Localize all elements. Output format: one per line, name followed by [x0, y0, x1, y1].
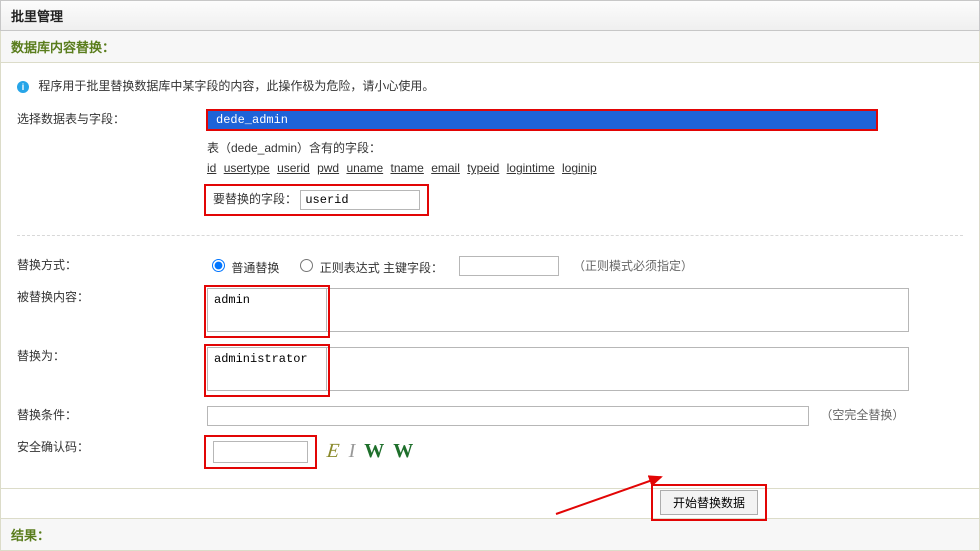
captcha-image: E I W W [327, 440, 415, 463]
dst-textarea[interactable] [207, 347, 327, 391]
fields-prefix: 表（dede_admin）含有的字段： [207, 138, 963, 158]
radio-normal-label[interactable]: 普通替换 [207, 256, 279, 276]
captcha-input[interactable] [213, 441, 308, 463]
label-captcha: 安全确认码： [13, 432, 203, 472]
radio-normal[interactable] [212, 259, 225, 272]
captcha-char: E [326, 440, 343, 463]
field-to-replace-group: 要替换的字段： [207, 187, 426, 213]
condition-hint: （空完全替换） [820, 408, 904, 422]
field-link[interactable]: logintime [507, 161, 555, 175]
label-condition: 替换条件： [13, 400, 203, 432]
field-to-replace-label: 要替换的字段： [213, 192, 297, 206]
field-to-replace-input[interactable] [300, 190, 420, 210]
field-link[interactable]: userid [277, 161, 310, 175]
label-select-table: 选择数据表与字段： [13, 104, 203, 219]
radio-regex-text: 正则表达式 主键字段： [320, 261, 443, 275]
submit-button[interactable]: 开始替换数据 [660, 490, 758, 515]
table-fields-desc: 表（dede_admin）含有的字段： id usertype userid p… [207, 138, 963, 179]
regex-hint: （正则模式必须指定） [573, 257, 693, 274]
page-title: 批里管理 [0, 0, 980, 31]
src-textarea[interactable] [207, 288, 327, 332]
submit-row: 开始替换数据 [0, 489, 980, 519]
field-link[interactable]: id [207, 161, 216, 175]
field-link[interactable]: pwd [317, 161, 339, 175]
replace-mode-row: 普通替换 正则表达式 主键字段： （正则模式必须指定） [207, 256, 963, 276]
captcha-char: I [349, 440, 358, 462]
section-title: 数据库内容替换： [0, 31, 980, 63]
form-container: i 程序用于批里替换数据库中某字段的内容，此操作极为危险，请小心使用。 选择数据… [0, 63, 980, 489]
captcha-char: W [393, 440, 415, 462]
field-link[interactable]: email [431, 161, 460, 175]
warning-text: 程序用于批里替换数据库中某字段的内容，此操作极为危险，请小心使用。 [38, 79, 434, 93]
src-textarea-ext[interactable] [327, 288, 909, 332]
captcha-char: W [364, 440, 386, 462]
field-link[interactable]: uname [346, 161, 383, 175]
table-select-value: dede_admin [216, 113, 288, 127]
field-link[interactable]: tname [391, 161, 424, 175]
field-link[interactable]: typeid [467, 161, 499, 175]
field-link[interactable]: usertype [224, 161, 270, 175]
radio-normal-text: 普通替换 [231, 261, 279, 275]
dst-textarea-ext[interactable] [327, 347, 909, 391]
result-title: 结果： [0, 519, 980, 551]
warning-row: i 程序用于批里替换数据库中某字段的内容，此操作极为危险，请小心使用。 [13, 73, 967, 104]
field-link[interactable]: loginip [562, 161, 597, 175]
radio-regex[interactable] [300, 259, 313, 272]
condition-input[interactable] [207, 406, 809, 426]
table-select[interactable]: dede_admin [207, 110, 877, 130]
pk-field-input[interactable] [459, 256, 559, 276]
radio-regex-label[interactable]: 正则表达式 主键字段： [295, 256, 443, 276]
label-src: 被替换内容： [13, 282, 203, 341]
label-replace-mode: 替换方式： [13, 250, 203, 282]
label-dst: 替换为： [13, 341, 203, 400]
info-icon: i [17, 81, 29, 93]
